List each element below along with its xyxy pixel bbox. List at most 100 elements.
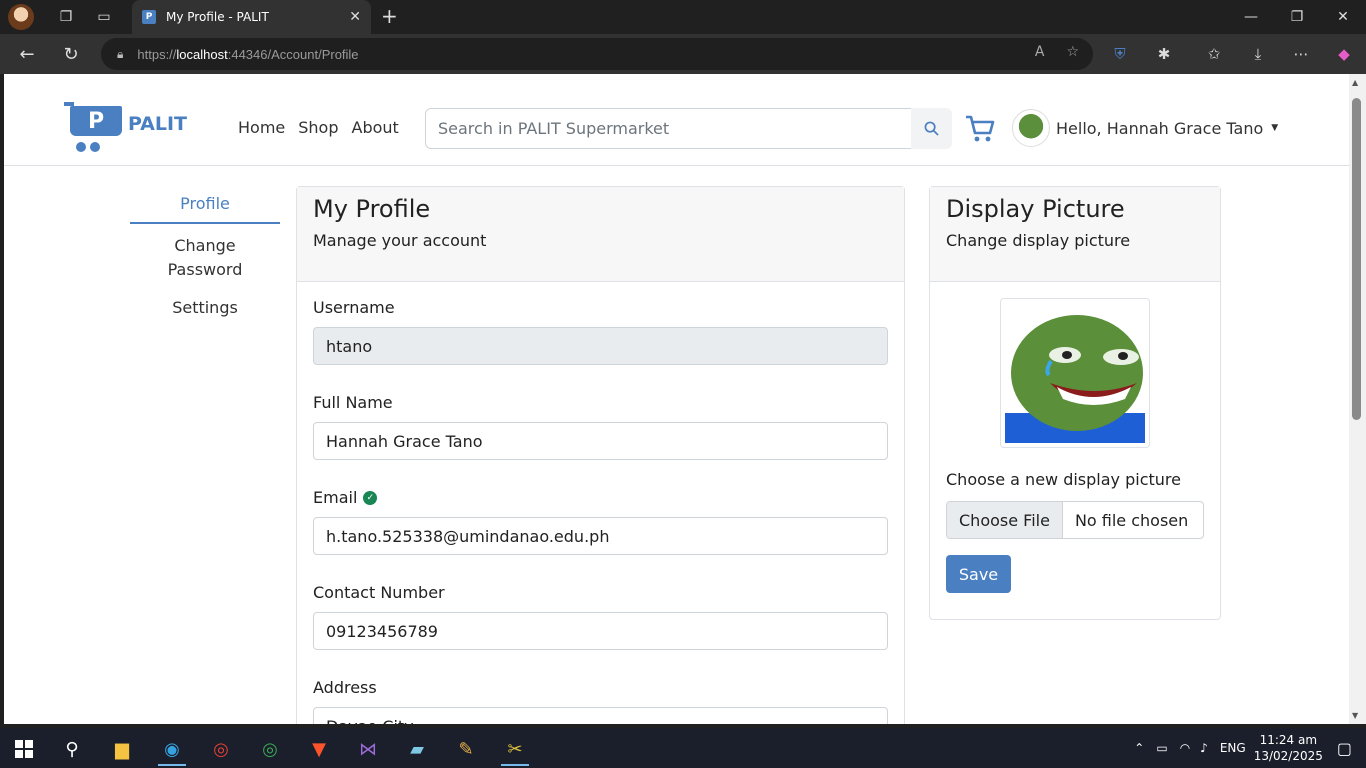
minimize-icon[interactable]: — [1228, 0, 1274, 34]
avatar [1012, 109, 1050, 147]
picture-subtitle: Change display picture [946, 231, 1131, 250]
battery-icon[interactable]: ▭ [1156, 741, 1167, 755]
restore-icon[interactable]: ❐ [1274, 0, 1320, 34]
frog-avatar-image [1005, 315, 1145, 443]
notifications-icon[interactable]: ▢ [1337, 739, 1352, 758]
scrollbar-thumb[interactable] [1352, 98, 1361, 420]
chrome-profile-icon[interactable]: ◎ [250, 732, 290, 766]
volume-icon[interactable]: ♪ [1200, 741, 1208, 755]
page-title: My Profile [313, 195, 431, 223]
choose-file-button[interactable]: Choose File [947, 502, 1063, 538]
clock-date: 13/02/2025 [1253, 749, 1323, 763]
display-picture-card: Display Picture Change display picture C… [929, 186, 1221, 620]
profile-card-header: My Profile Manage your account [297, 187, 904, 282]
workspaces-icon[interactable]: ❐ [48, 0, 84, 34]
app-icon[interactable]: ▰ [397, 732, 437, 766]
file-explorer-icon[interactable]: ▆ [102, 732, 142, 766]
email-label: Email ✓ [313, 488, 888, 507]
sidebar-item-profile[interactable]: Profile [130, 186, 280, 224]
paint-icon[interactable]: ✎ [446, 732, 486, 766]
refresh-icon[interactable]: ↻ [50, 34, 92, 74]
file-status: No file chosen [1074, 510, 1189, 530]
cart-icon[interactable] [964, 112, 996, 144]
extension-shield-icon[interactable]: ⛨ [1100, 34, 1140, 74]
address-label: Address [313, 678, 377, 697]
search-button[interactable] [911, 108, 952, 149]
wifi-icon[interactable]: ◠ [1180, 741, 1190, 755]
fullname-field[interactable]: Hannah Grace Tano [313, 422, 888, 460]
address-field[interactable]: Davao City [313, 707, 888, 724]
account-sidebar: Profile Change Password Settings [130, 186, 280, 328]
page-scrollbar[interactable]: ▲ ▼ [1349, 74, 1366, 724]
caret-down-icon: ▼ [1271, 123, 1279, 133]
downloads-icon[interactable]: ⤓ [1238, 34, 1278, 74]
choose-picture-label: Choose a new display picture [946, 470, 1181, 489]
search-input[interactable]: Search in PALIT Supermarket [425, 108, 912, 149]
language-indicator[interactable]: ENG [1220, 741, 1246, 755]
browser-profile-avatar[interactable] [8, 4, 34, 30]
contact-number-label: Contact Number [313, 583, 445, 602]
copilot-icon[interactable]: ◆ [1324, 34, 1364, 74]
profile-card: My Profile Manage your account Username … [296, 186, 905, 724]
nav-about[interactable]: About [352, 118, 399, 137]
chrome-icon[interactable]: ◎ [201, 732, 241, 766]
read-aloud-icon[interactable]: A [1035, 44, 1045, 60]
picture-title: Display Picture [946, 195, 1125, 223]
scroll-down-icon[interactable]: ▼ [1352, 711, 1358, 720]
verified-check-icon: ✓ [363, 490, 378, 505]
tab-close-icon[interactable]: ✕ [349, 9, 361, 25]
close-window-icon[interactable]: ✕ [1320, 0, 1366, 34]
fullname-label: Full Name [313, 393, 393, 412]
windows-start-icon[interactable] [4, 732, 44, 766]
contact-number-field[interactable]: 09123456789 [313, 612, 888, 650]
system-tray: ⌃ ▭ ◠ ♪ ENG 11:24 am 13/02/2025 ▢ [1134, 728, 1366, 768]
more-menu-icon[interactable]: ⋯ [1281, 34, 1321, 74]
favorite-star-icon[interactable]: ☆ [1066, 44, 1079, 60]
snipping-tool-icon[interactable]: ✂ [495, 732, 535, 766]
username-field[interactable]: htano [313, 327, 888, 365]
nav-shop[interactable]: Shop [298, 118, 338, 137]
main-nav: Home Shop About [238, 118, 399, 137]
scroll-up-icon[interactable]: ▲ [1352, 78, 1358, 87]
profile-form: Username htano Full Name Hannah Grace Ta… [297, 282, 904, 724]
lock-icon: 🔒︎ [117, 46, 124, 61]
brave-icon[interactable]: ▼ [299, 732, 339, 766]
picture-card-header: Display Picture Change display picture [930, 187, 1220, 282]
browser-tabbar: ❐ ▭ P My Profile - PALIT ✕ + — ❐ ✕ [0, 0, 1366, 34]
favorites-icon[interactable]: ✩ [1194, 34, 1234, 74]
address-bar[interactable]: 🔒︎ https://localhost:44346/Account/Profi… [101, 38, 1093, 70]
save-button[interactable]: Save [946, 555, 1011, 593]
email-field[interactable]: h.tano.525338@umindanao.edu.ph [313, 517, 888, 555]
file-input[interactable]: Choose File No file chosen [946, 501, 1204, 539]
back-icon[interactable]: ← [6, 34, 48, 74]
edge-icon[interactable]: ◉ [152, 732, 192, 766]
picture-card-body: Choose a new display picture Choose File… [930, 282, 1220, 609]
new-tab-icon[interactable]: + [381, 4, 398, 28]
cart-logo-icon: P [64, 102, 124, 154]
display-picture [1000, 298, 1150, 448]
browser-toolbar: ← ↻ 🔒︎ https://localhost:44346/Account/P… [0, 34, 1366, 74]
tray-chevron-icon[interactable]: ⌃ [1134, 741, 1144, 755]
browser-tab-active[interactable]: P My Profile - PALIT ✕ [132, 0, 371, 34]
clock-time: 11:24 am [1259, 733, 1318, 747]
site-logo[interactable]: P PALIT [64, 102, 187, 154]
page-subtitle: Manage your account [313, 231, 487, 250]
search-taskbar-icon[interactable]: ⚲ [52, 732, 92, 766]
search-icon [924, 121, 939, 136]
nav-home[interactable]: Home [238, 118, 285, 137]
site-navbar: P PALIT Home Shop About Search in PALIT … [4, 74, 1349, 166]
tab-actions-icon[interactable]: ▭ [86, 0, 122, 34]
logo-text: PALIT [128, 113, 188, 135]
sidebar-item-change-password[interactable]: Change Password [130, 224, 280, 288]
tab-title: My Profile - PALIT [166, 10, 269, 24]
os-taskbar: ⚲ ▆ ◉ ◎ ◎ ▼ ⋈ ▰ ✎ ✂ ⌃ ▭ ◠ ♪ ENG 11:24 am… [0, 728, 1366, 768]
sidebar-item-settings[interactable]: Settings [130, 288, 280, 328]
clock[interactable]: 11:24 am 13/02/2025 [1254, 732, 1323, 764]
url-text: https://localhost:44346/Account/Profile [137, 46, 359, 62]
visual-studio-icon[interactable]: ⋈ [348, 732, 388, 766]
user-dropdown[interactable]: Hello, Hannah Grace Tano ▼ [1012, 109, 1278, 147]
username-label: Username [313, 298, 395, 317]
tab-favicon: P [142, 10, 156, 24]
extensions-puzzle-icon[interactable]: ✱ [1144, 34, 1184, 74]
user-greeting: Hello, Hannah Grace Tano [1056, 118, 1264, 138]
